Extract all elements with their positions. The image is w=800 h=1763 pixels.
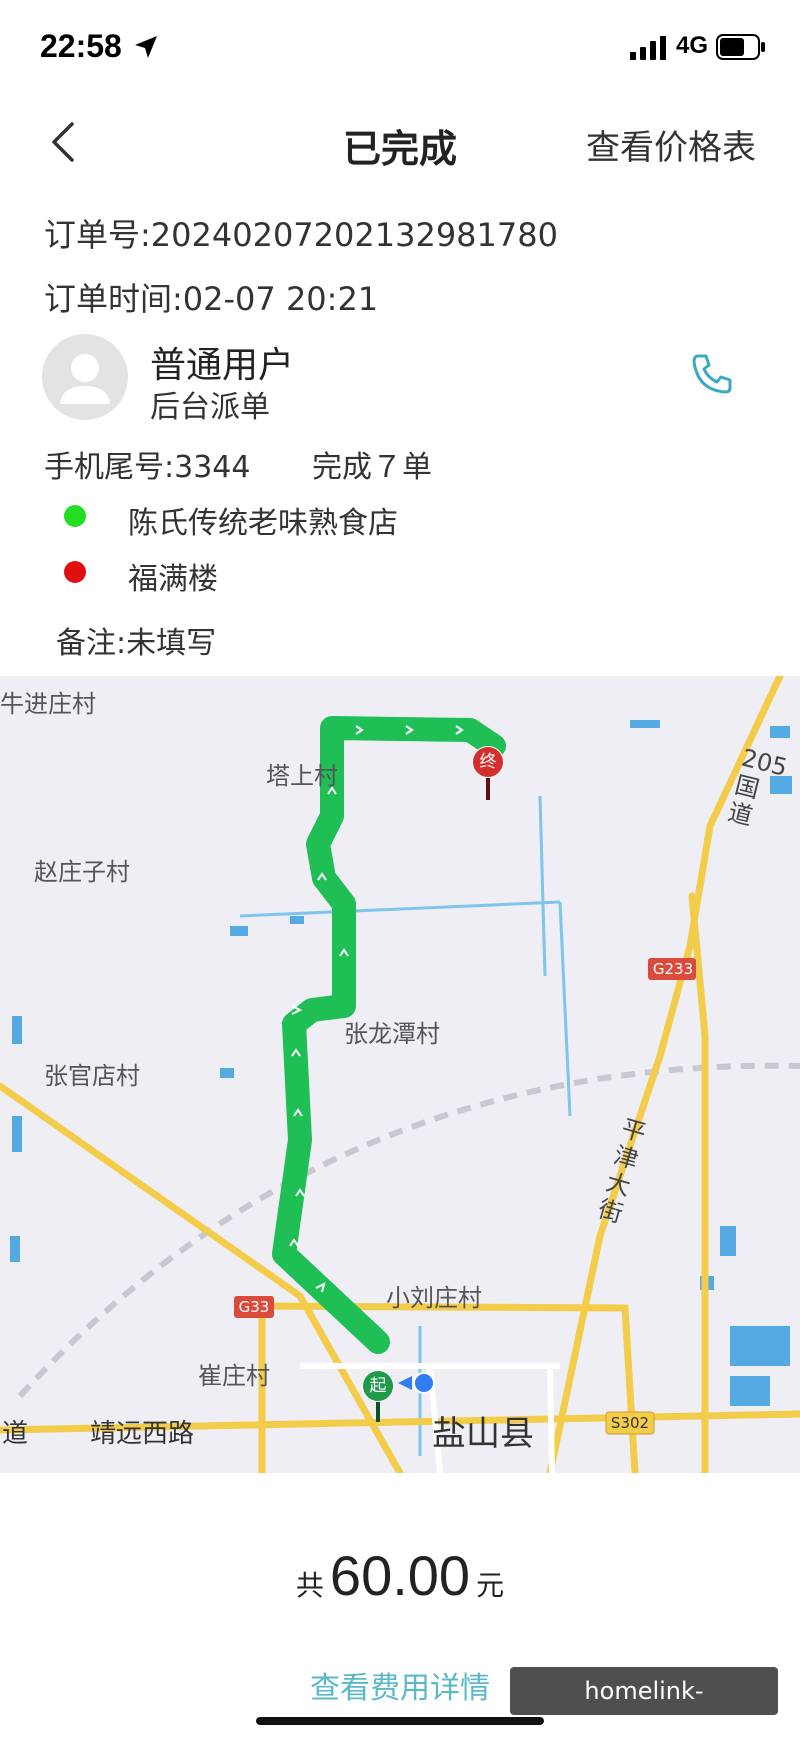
completed-count: 完成７单	[312, 450, 432, 485]
battery-icon	[716, 34, 766, 64]
map-label: 张官店村	[44, 1062, 140, 1090]
map-label: 盐山县	[432, 1414, 534, 1454]
status-bar: 22:58 4G	[0, 0, 800, 90]
fare-prefix: 共	[295, 1569, 324, 1602]
road-shield-g233: G233	[652, 960, 694, 978]
order-source: 后台派单	[150, 390, 270, 425]
end-marker-label: 终	[472, 746, 504, 778]
road-shield-s302: S302	[610, 1414, 650, 1432]
map-label: 张龙潭村	[344, 1020, 440, 1048]
watermark: homelink-boao.com.cn	[510, 1667, 778, 1753]
map-label: 崔庄村	[198, 1362, 270, 1390]
navigation-bar: 已完成 查看价格表	[0, 100, 800, 180]
start-marker-label: 起	[362, 1370, 394, 1402]
start-dot	[64, 505, 86, 527]
map-label: 牛进庄村	[0, 690, 96, 718]
location-arrow-icon	[133, 34, 159, 64]
status-time: 22:58	[40, 28, 122, 64]
fare-footer: 共 60.00 元 查看费用详情 homelink-boao.com.cn	[0, 1473, 800, 1753]
fare-total: 共 60.00 元	[0, 1543, 800, 1608]
phone-icon	[688, 354, 736, 402]
phone-tail: 手机尾号:3344	[44, 450, 251, 485]
user-name: 普通用户	[150, 345, 295, 386]
end-location: 福满楼	[128, 562, 218, 597]
order-number: 订单号:20240207202132981780	[44, 216, 558, 254]
signal-icon	[630, 36, 668, 64]
avatar	[42, 334, 128, 420]
route-map[interactable]: 牛进庄村 塔上村 赵庄子村 张龙潭村 张官店村 小刘庄村 崔庄村 靖远西路 道 …	[0, 676, 800, 1473]
map-label: 道	[2, 1419, 29, 1449]
home-indicator[interactable]	[256, 1717, 544, 1725]
end-marker[interactable]: 终	[472, 746, 504, 800]
network-type: 4G	[676, 32, 709, 59]
call-button[interactable]	[688, 350, 736, 402]
fare-amount: 60.00	[329, 1544, 471, 1607]
map-label: 小刘庄村	[386, 1284, 482, 1312]
view-price-table-link[interactable]: 查看价格表	[586, 120, 756, 169]
remark: 备注:未填写	[56, 626, 217, 661]
end-dot	[64, 561, 86, 583]
start-marker[interactable]: 起	[362, 1370, 394, 1422]
map-label: 赵庄子村	[34, 858, 130, 886]
road-shield-g33: G33	[238, 1298, 270, 1316]
map-label: 塔上村	[266, 762, 338, 790]
map-label: 靖远西路	[90, 1419, 195, 1449]
start-location: 陈氏传统老味熟食店	[128, 506, 398, 541]
order-time: 订单时间:02-07 20:21	[44, 280, 379, 318]
fare-suffix: 元	[476, 1569, 505, 1602]
